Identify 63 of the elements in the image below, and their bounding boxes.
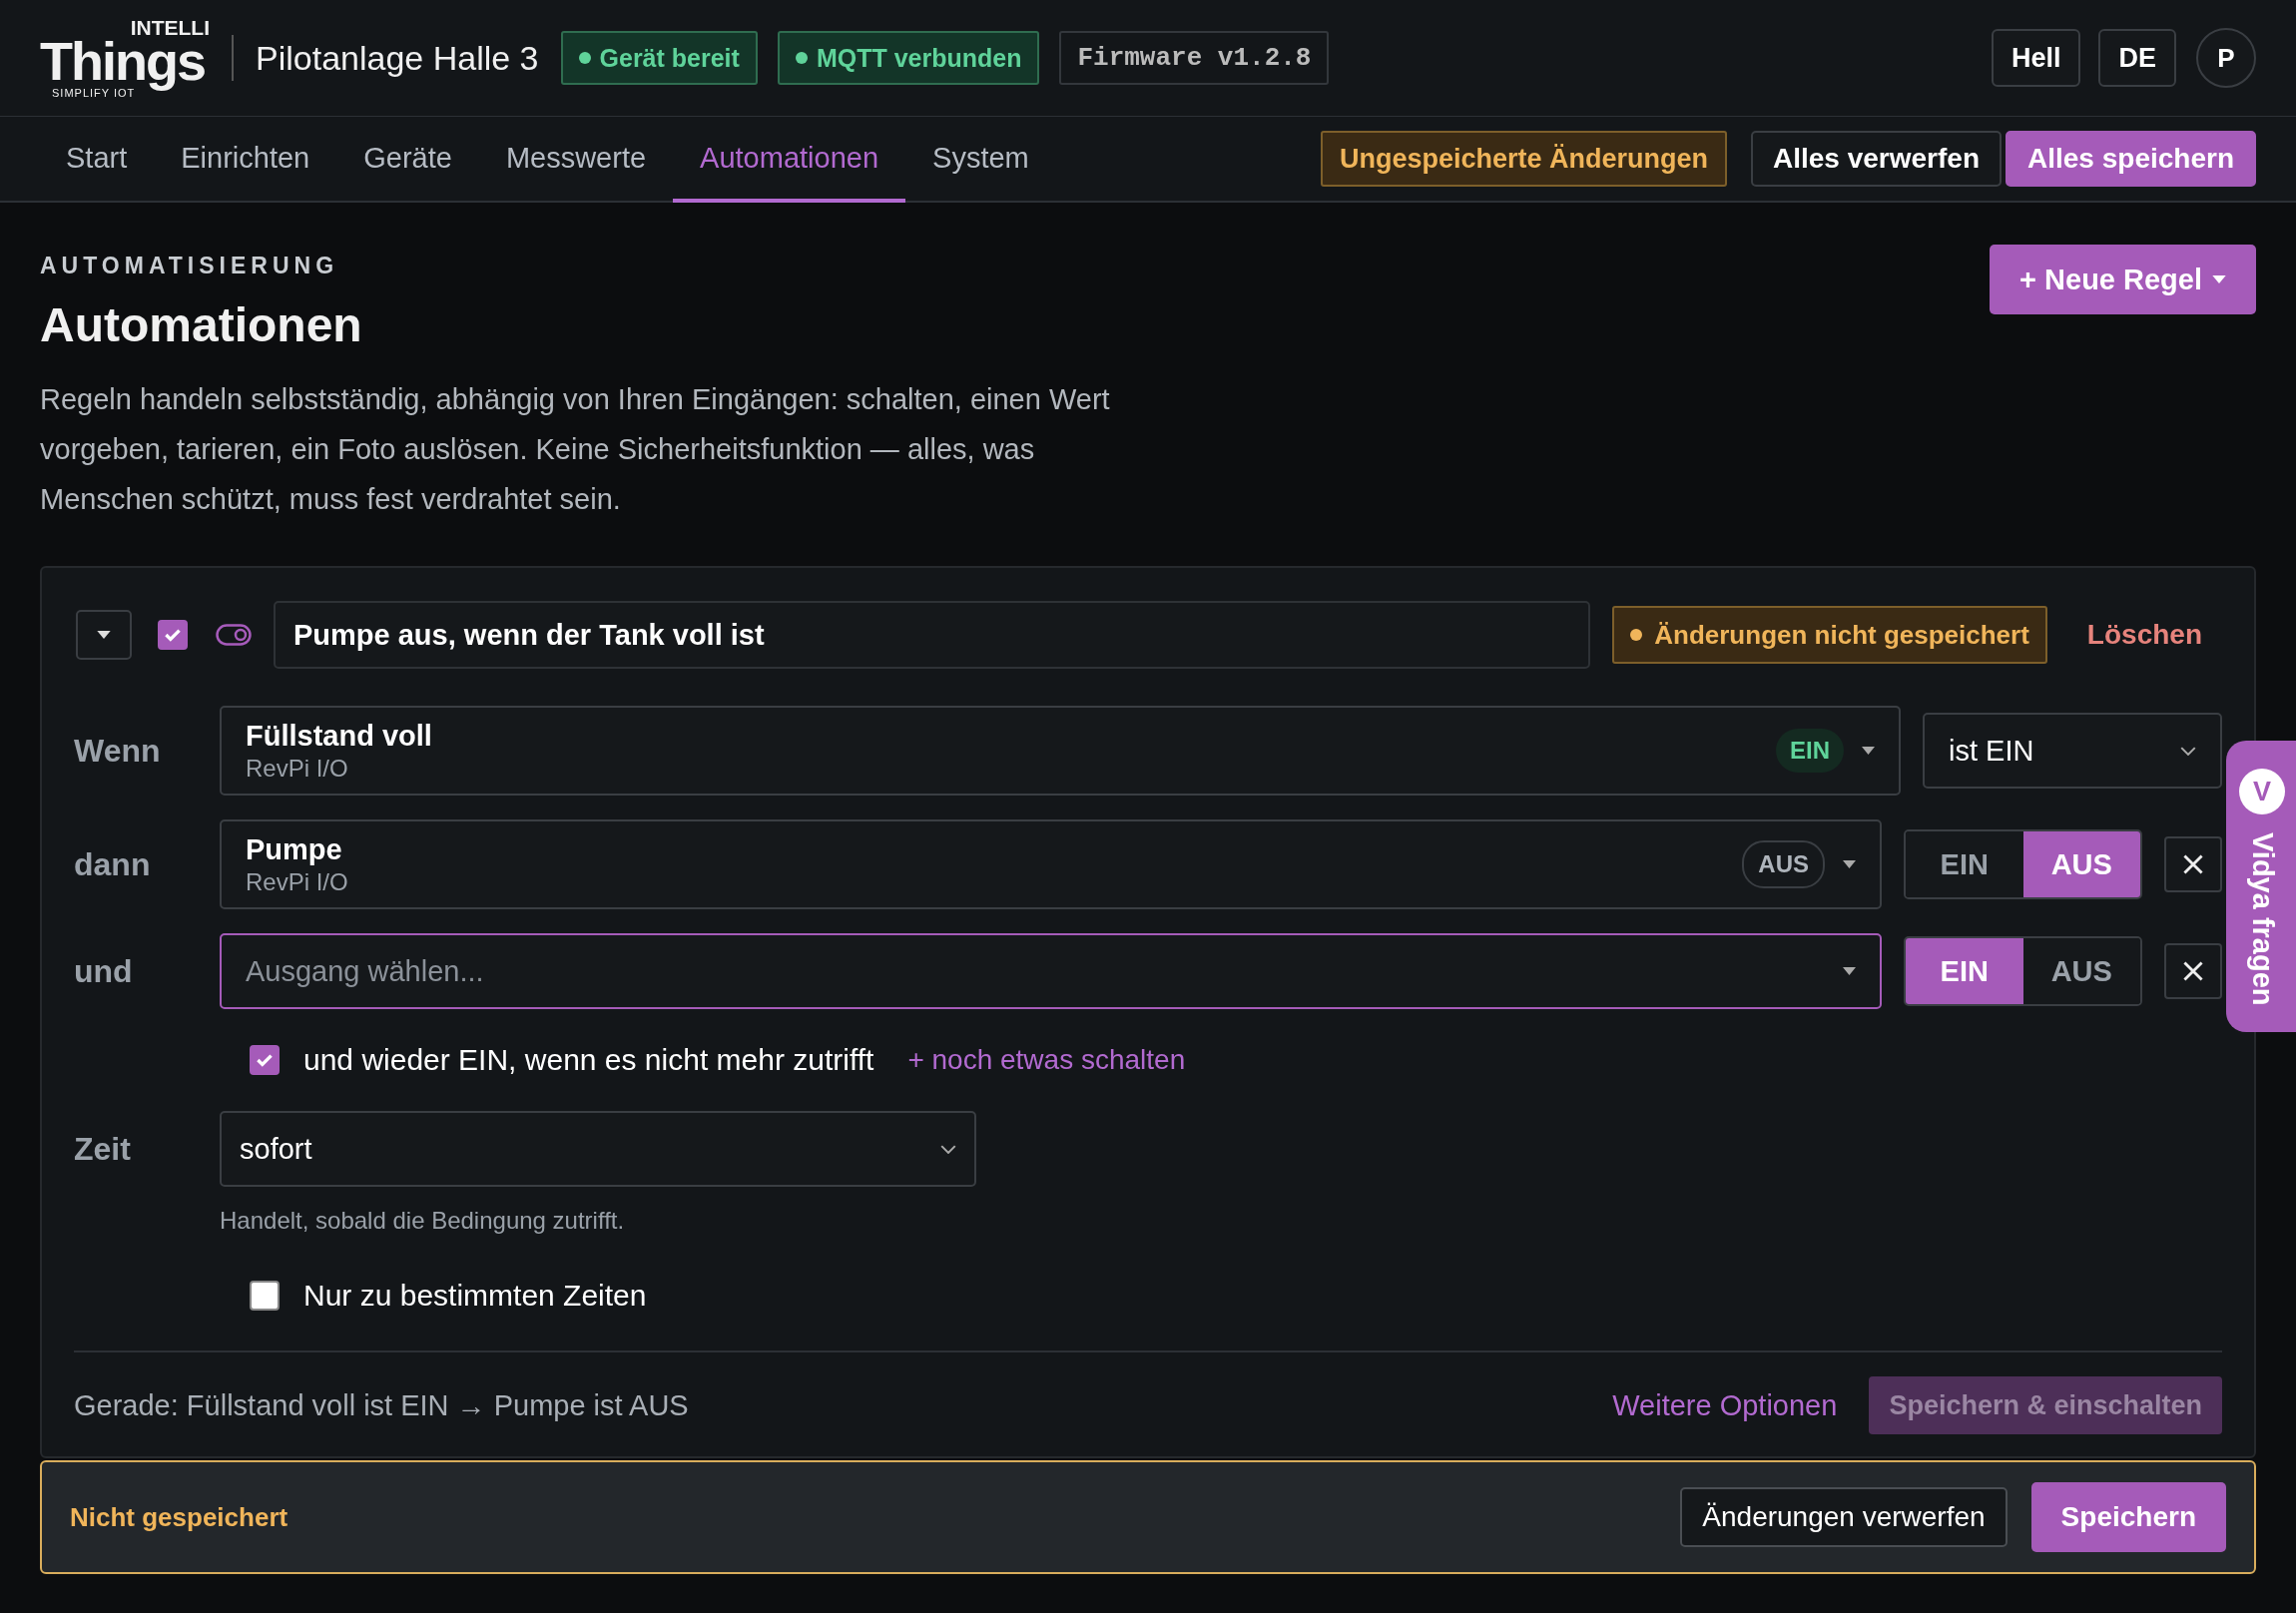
caret-icon xyxy=(1843,967,1856,975)
status-badge: Gerät bereit xyxy=(560,31,758,85)
unsaved-badge: Ungespeicherte Änderungen xyxy=(1320,131,1727,187)
save-bar-button[interactable]: Speichern xyxy=(2030,1482,2226,1552)
close-button[interactable] xyxy=(2164,943,2222,999)
nav-button[interactable]: Alles verwerfen xyxy=(1751,131,2002,187)
nav-tab[interactable]: System xyxy=(905,117,1056,203)
close-button[interactable] xyxy=(2164,836,2222,892)
avatar[interactable]: P xyxy=(2196,28,2256,88)
header-button[interactable]: DE xyxy=(2098,29,2176,87)
hint-text: Handelt, sobald die Bedingung zutrifft. xyxy=(220,1207,626,1235)
add-link[interactable]: + noch etwas schalten xyxy=(907,1044,1186,1076)
assistant-avatar: V xyxy=(2239,769,2285,814)
delete-link[interactable]: Löschen xyxy=(2074,619,2222,651)
output-field[interactable]: Ausgang wählen... xyxy=(220,933,1882,1009)
caret-icon xyxy=(97,631,111,639)
caret-icon xyxy=(1843,860,1856,868)
logo: INTELLI Things SIMPLIFY IOT xyxy=(40,17,210,99)
assistant-tab[interactable]: V Vidya fragen xyxy=(2226,741,2296,1032)
save-status: Nicht gespeichert xyxy=(70,1501,288,1533)
state-pill: AUS xyxy=(1742,840,1825,888)
checkbox-label: Nur zu bestimmten Zeiten xyxy=(303,1279,647,1313)
nav-button[interactable]: Alles speichern xyxy=(2006,131,2256,187)
header-button[interactable]: Hell xyxy=(1991,29,2081,87)
status-badge: Änderungen nicht gespeichert xyxy=(1612,606,2047,664)
new-rule-button[interactable]: + Neue Regel xyxy=(1990,245,2256,314)
nav-tab[interactable]: Geräte xyxy=(336,117,479,203)
row-label: Zeit xyxy=(74,1130,132,1168)
row-label: und xyxy=(74,952,134,990)
time-select[interactable]: sofort xyxy=(220,1111,976,1187)
chevron-icon xyxy=(2180,746,2196,756)
chevron-icon xyxy=(940,1144,956,1154)
row-label: Wenn xyxy=(74,732,162,770)
segment-button[interactable]: AUS xyxy=(2022,831,2140,897)
checkbox[interactable] xyxy=(250,1045,280,1075)
row-label: dann xyxy=(74,845,152,883)
summary-text: Gerade: Füllstand voll ist EIN → Pumpe ist AUS xyxy=(74,1388,690,1422)
toggle-icon[interactable] xyxy=(216,624,252,646)
description: Regeln handeln selbstständig, abhängig von Ihren Eingängen: schalten, einen Wert vorgeben, tarieren, ein Foto auslösen. Keine Sicherheitsfunktion — alles, was Menschen schützt, muss fest verdrahtet sein. xyxy=(40,382,1111,517)
nav-tab[interactable]: Automationen xyxy=(673,117,906,203)
output-select[interactable]: Pumpe RevPi I/O AUS xyxy=(220,819,1882,909)
site-title: Pilotanlage Halle 3 xyxy=(256,38,539,78)
caret-icon xyxy=(2212,275,2226,283)
nav-tab[interactable]: Messwerte xyxy=(478,117,674,203)
rule-name-field[interactable]: Pumpe aus, wenn der Tank voll ist xyxy=(274,601,1591,669)
firmware-badge: Firmware v1.2.8 xyxy=(1059,31,1330,85)
close-icon xyxy=(2183,961,2203,981)
close-icon xyxy=(2183,854,2203,874)
status-badge: MQTT verbunden xyxy=(777,31,1040,85)
nav-tab[interactable]: Start xyxy=(46,117,155,203)
input-select[interactable]: Füllstand voll RevPi I/O EIN xyxy=(220,706,1901,796)
caret-icon xyxy=(1862,747,1875,755)
page-title: Automationen xyxy=(40,297,363,352)
nav-tab[interactable]: Einrichten xyxy=(154,117,337,203)
more-options-link[interactable]: Weitere Optionen xyxy=(1612,1388,1838,1422)
checkbox[interactable] xyxy=(250,1281,280,1311)
state-pill: EIN xyxy=(1776,729,1844,773)
segment-button[interactable]: EIN xyxy=(1906,938,2023,1004)
checkbox[interactable] xyxy=(158,620,188,650)
eyebrow: AUTOMATISIERUNG xyxy=(40,253,340,279)
checkbox-label: und wieder EIN, wenn es nicht mehr zutrifft xyxy=(303,1043,874,1077)
comparison-select[interactable]: ist EIN xyxy=(1923,713,2222,789)
save-bar-button[interactable]: Änderungen verwerfen xyxy=(1680,1487,2008,1547)
